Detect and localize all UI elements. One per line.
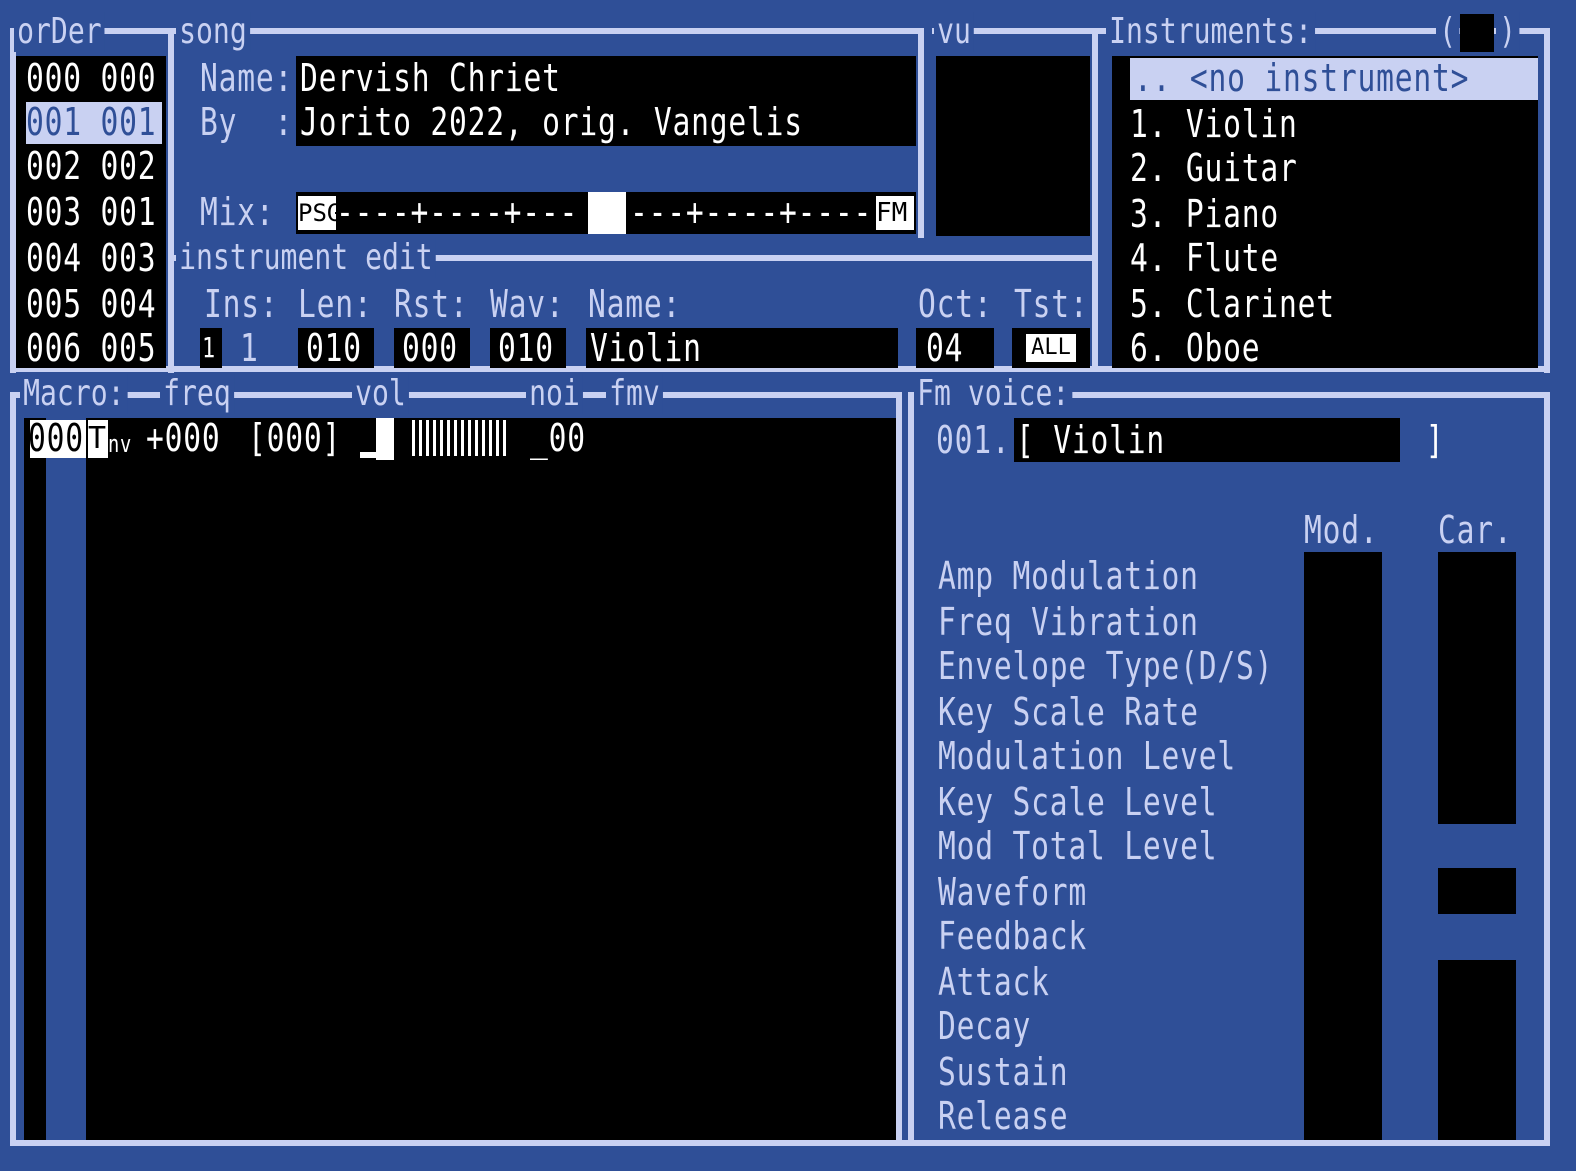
vu-frame-right	[1092, 28, 1098, 368]
mix-label: Mix:	[200, 190, 275, 234]
order-row[interactable]: 003 001	[26, 190, 156, 234]
bottom-frame-line	[10, 1140, 1550, 1146]
fm-param-label: Mod Total Level	[938, 824, 1218, 868]
fm-param-label: Waveform	[938, 870, 1088, 914]
fm-car-waveform[interactable]	[1438, 868, 1516, 914]
oct-label: Oct:	[918, 282, 993, 326]
macro-frame-right	[896, 392, 902, 1144]
instrument-item-none[interactable]: .. <no instrument>	[1134, 56, 1469, 100]
instruments-count-box	[1460, 14, 1494, 52]
fm-frame-left	[908, 392, 914, 1144]
len-label: Len:	[298, 282, 373, 326]
instrument-item[interactable]: 3. Piano	[1130, 192, 1279, 236]
macro-vol-value[interactable]: [000]	[248, 416, 341, 460]
song-name-label: Name:	[200, 56, 294, 100]
wav-value: 010	[498, 326, 554, 370]
macro-vol-bar[interactable]	[376, 418, 394, 460]
fm-param-label: Key Scale Rate	[938, 690, 1199, 734]
tst-label: Tst:	[1014, 282, 1089, 326]
rst-value: 000	[402, 326, 458, 370]
macro-tone-toggle[interactable]: T	[88, 420, 108, 458]
mix-slider-handle[interactable]	[588, 192, 626, 234]
mix-track-right: ---+----+----	[630, 190, 873, 234]
top-frame-line	[10, 28, 924, 34]
instrument-item[interactable]: 6. Oboe	[1130, 326, 1260, 370]
instruments-title: Instruments:	[1106, 12, 1316, 52]
instrument-item[interactable]: 2. Guitar	[1130, 146, 1298, 190]
macro-row-index[interactable]: 000	[28, 416, 84, 460]
song-by-label: By :	[200, 100, 294, 144]
instr-frame-right	[1544, 28, 1550, 373]
macro-row-gutter	[24, 418, 46, 1140]
instrument-edit-title: instrument edit	[176, 238, 436, 278]
macro-frame-left	[10, 392, 16, 1144]
fm-col-mod: Mod.	[1304, 508, 1379, 552]
fm-param-label: Key Scale Level	[938, 780, 1218, 824]
song-title: song	[176, 12, 250, 52]
macro-tab-noi[interactable]: noi	[526, 374, 583, 414]
macro-editor[interactable]	[86, 418, 896, 1140]
fm-param-label: Modulation Level	[938, 734, 1236, 778]
instruments-paren-close: )	[1496, 12, 1520, 52]
song-frame-right	[918, 28, 924, 238]
instrument-item[interactable]: 1. Violin	[1130, 102, 1298, 146]
macro-tab-vol[interactable]: vol	[352, 374, 409, 414]
ins-label: Ins:	[204, 282, 279, 326]
order-row[interactable]: 006 005	[26, 326, 156, 370]
macro-tab-fmv[interactable]: fmv	[606, 374, 663, 414]
wav-label: Wav:	[490, 282, 565, 326]
order-row-selected[interactable]: 001 001	[26, 100, 156, 144]
order-song-divider	[168, 28, 174, 373]
order-row[interactable]: 002 002	[26, 144, 156, 188]
song-author-input[interactable]: Jorito 2022, orig. Vangelis	[300, 100, 803, 144]
fm-param-label: Feedback	[938, 914, 1088, 958]
fm-param-label: Sustain	[938, 1050, 1069, 1094]
mix-track-left: ----+----+---	[336, 190, 579, 234]
instrument-item[interactable]: 5. Clarinet	[1130, 282, 1335, 326]
vu-meter	[936, 56, 1090, 236]
fm-voice-number: 001.	[936, 418, 1011, 462]
macro-noi-value[interactable]: _00	[530, 416, 586, 460]
macro-mode[interactable]: nv	[108, 422, 132, 466]
ins-stepper-value: 1	[202, 331, 216, 364]
fm-car-column-top[interactable]	[1438, 552, 1516, 824]
macro-freq-value[interactable]: +000	[146, 416, 221, 460]
fm-param-label: Decay	[938, 1004, 1032, 1048]
macro-tab-freq[interactable]: freq	[160, 374, 234, 414]
song-name-input[interactable]: Dervish Chriet	[300, 56, 561, 100]
order-row[interactable]: 000 000	[26, 56, 156, 100]
macro-frame-top	[10, 392, 902, 398]
order-title: orDer	[14, 12, 105, 52]
tracker-screen: orDer 000 000 001 001 002 002 003 001 00…	[0, 0, 1576, 1171]
len-value: 010	[306, 326, 362, 370]
instrument-name-value: Violin	[590, 326, 702, 370]
mix-fm-label: FM	[876, 196, 914, 230]
instruments-paren-open: (	[1436, 12, 1460, 52]
fm-param-label: Release	[938, 1094, 1069, 1138]
tst-value: ALL	[1026, 334, 1076, 362]
instrument-item[interactable]: 4. Flute	[1130, 236, 1279, 280]
fm-frame-right	[1544, 392, 1550, 1144]
macro-noise-bar[interactable]	[412, 420, 508, 456]
ins-number: 1	[240, 326, 259, 370]
order-row[interactable]: 004 003	[26, 236, 156, 280]
fm-mod-column[interactable]	[1304, 552, 1382, 1140]
name-label: Name:	[588, 282, 682, 326]
fm-param-label: Envelope Type(D/S)	[938, 644, 1274, 688]
fm-param-label: Amp Modulation	[938, 554, 1199, 598]
rst-label: Rst:	[394, 282, 469, 326]
fm-col-car: Car.	[1438, 508, 1513, 552]
oct-value: 04	[926, 326, 964, 370]
order-row[interactable]: 005 004	[26, 282, 156, 326]
fm-voice-title: Fm voice:	[914, 374, 1073, 414]
vu-title: vu	[934, 12, 975, 52]
mix-psg-label: PSG	[298, 196, 336, 230]
fm-voice-name: [ Violin ]	[1016, 418, 1445, 462]
fm-car-column-bottom[interactable]	[1438, 960, 1516, 1140]
fm-param-label: Attack	[938, 960, 1050, 1004]
fm-param-label: Freq Vibration	[938, 600, 1199, 644]
macro-title: Macro:	[20, 374, 128, 414]
